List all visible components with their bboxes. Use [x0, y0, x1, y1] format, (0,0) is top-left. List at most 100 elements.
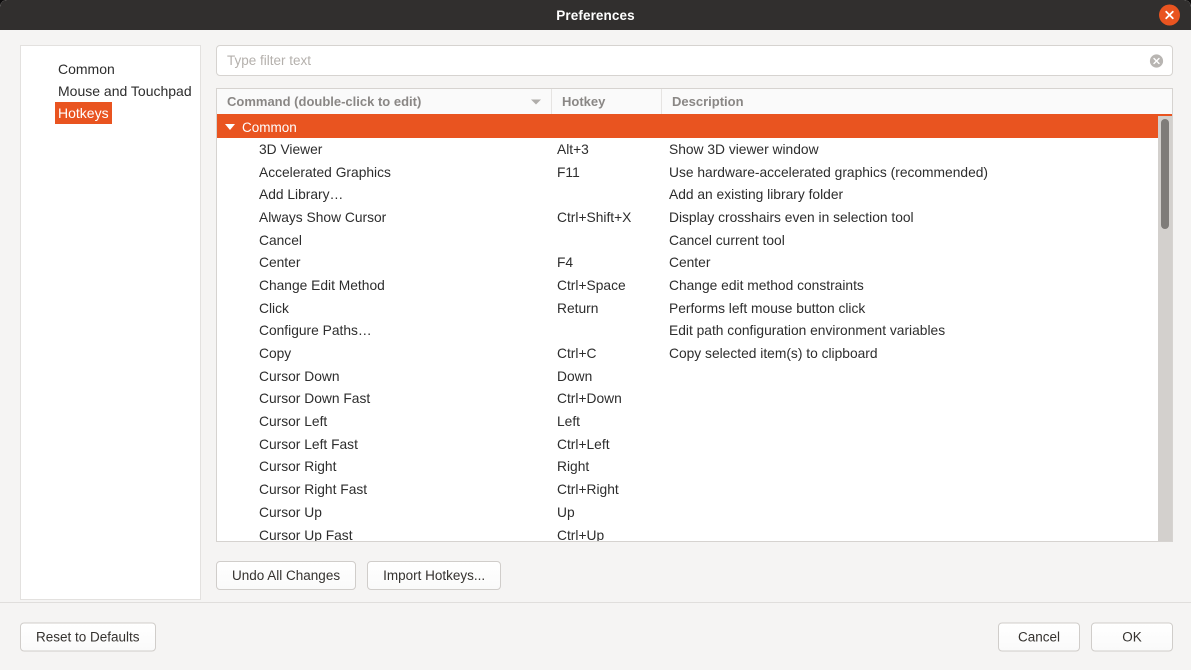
cell-command: Change Edit Method: [217, 278, 552, 293]
sidebar-item-label: Hotkeys: [55, 102, 112, 124]
cell-description: Display crosshairs even in selection too…: [662, 210, 1158, 225]
cell-hotkey: Ctrl+Space: [552, 278, 662, 293]
table-group-row-common[interactable]: Common: [217, 116, 1158, 138]
table-row[interactable]: Cursor Up FastCtrl+Up: [217, 524, 1158, 541]
column-header-label: Description: [672, 94, 744, 109]
table-row[interactable]: ClickReturnPerforms left mouse button cl…: [217, 297, 1158, 320]
cell-hotkey: Ctrl+Shift+X: [552, 210, 662, 225]
cell-command: Click: [217, 301, 552, 316]
table-row[interactable]: CopyCtrl+CCopy selected item(s) to clipb…: [217, 342, 1158, 365]
titlebar: Preferences: [0, 0, 1191, 30]
table-row[interactable]: CenterF4Center: [217, 251, 1158, 274]
sidebar-item-common[interactable]: Common: [21, 58, 200, 80]
table-group-label: Common: [242, 120, 297, 135]
column-header-label: Command (double-click to edit): [227, 94, 421, 109]
cell-description: Change edit method constraints: [662, 278, 1158, 293]
table-row[interactable]: 3D ViewerAlt+3Show 3D viewer window: [217, 138, 1158, 161]
cell-hotkey: Alt+3: [552, 142, 662, 157]
table-row[interactable]: Cursor Down FastCtrl+Down: [217, 388, 1158, 411]
close-button[interactable]: [1159, 5, 1180, 26]
cell-command: Copy: [217, 346, 552, 361]
cell-command: Cursor Down: [217, 369, 552, 384]
column-header-description[interactable]: Description: [662, 89, 1172, 114]
import-hotkeys-button[interactable]: Import Hotkeys...: [367, 561, 501, 590]
clear-icon[interactable]: [1149, 53, 1164, 68]
cell-command: Cursor Right: [217, 459, 552, 474]
table-row[interactable]: Cursor UpUp: [217, 501, 1158, 524]
cell-command: Cursor Up Fast: [217, 528, 552, 541]
cell-command: 3D Viewer: [217, 142, 552, 157]
cell-command: Cursor Up: [217, 505, 552, 520]
cell-description: Cancel current tool: [662, 233, 1158, 248]
chevron-down-icon: [531, 99, 541, 104]
window-title: Preferences: [556, 8, 634, 23]
cell-hotkey: Ctrl+Down: [552, 391, 662, 406]
scrollbar-thumb[interactable]: [1161, 119, 1169, 229]
cell-hotkey: F11: [552, 165, 662, 180]
table-row[interactable]: Cursor Right FastCtrl+Right: [217, 478, 1158, 501]
cell-command: Cancel: [217, 233, 552, 248]
cell-description: Copy selected item(s) to clipboard: [662, 346, 1158, 361]
caret-down-icon: [225, 124, 235, 130]
table-row[interactable]: Add Library… Add an existing library fold…: [217, 183, 1158, 206]
table-row[interactable]: Cursor DownDown: [217, 365, 1158, 388]
cell-hotkey: Ctrl+Left: [552, 437, 662, 452]
table-row[interactable]: Configure Paths… Edit path configuration …: [217, 320, 1158, 343]
table-row[interactable]: Cancel Cancel current tool: [217, 229, 1158, 252]
dialog-body: Common Mouse and Touchpad Hotkeys: [0, 30, 1191, 602]
cell-description: Performs left mouse button click: [662, 301, 1158, 316]
cell-description: Use hardware-accelerated graphics (recom…: [662, 165, 1158, 180]
reset-to-defaults-button[interactable]: Reset to Defaults: [20, 622, 156, 651]
cell-command: Center: [217, 255, 552, 270]
cell-command: Cursor Down Fast: [217, 391, 552, 406]
table-body-wrap: Common 3D ViewerAlt+3Show 3D viewer wind…: [217, 116, 1172, 541]
cell-description: Center: [662, 255, 1158, 270]
ok-button[interactable]: OK: [1091, 622, 1173, 651]
table-row[interactable]: Always Show CursorCtrl+Shift+XDisplay cr…: [217, 206, 1158, 229]
search-input[interactable]: [217, 46, 1172, 75]
table-body: Common 3D ViewerAlt+3Show 3D viewer wind…: [217, 116, 1158, 541]
cell-command: Accelerated Graphics: [217, 165, 552, 180]
table-header-row: Command (double-click to edit) Hotkey De…: [217, 89, 1172, 116]
cell-description: Edit path configuration environment vari…: [662, 323, 1158, 338]
cell-hotkey: Down: [552, 369, 662, 384]
hotkeys-table: Command (double-click to edit) Hotkey De…: [216, 88, 1173, 542]
dialog-footer: Reset to Defaults Cancel OK: [0, 602, 1191, 670]
cell-hotkey: F4: [552, 255, 662, 270]
cell-command: Always Show Cursor: [217, 210, 552, 225]
right-pane: Command (double-click to edit) Hotkey De…: [216, 45, 1173, 600]
cell-command: Configure Paths…: [217, 323, 552, 338]
column-header-hotkey[interactable]: Hotkey: [552, 89, 662, 114]
footer-right: Cancel OK: [998, 622, 1173, 651]
footer-left: Reset to Defaults: [20, 622, 156, 651]
sidebar-item-mouse-and-touchpad[interactable]: Mouse and Touchpad: [21, 80, 200, 102]
sidebar-item-label: Mouse and Touchpad: [55, 80, 195, 102]
table-row[interactable]: Accelerated GraphicsF11Use hardware-acce…: [217, 161, 1158, 184]
filter-field[interactable]: [216, 45, 1173, 76]
cell-hotkey: Ctrl+C: [552, 346, 662, 361]
table-vertical-scrollbar[interactable]: [1158, 116, 1172, 541]
table-actions: Undo All Changes Import Hotkeys...: [216, 561, 501, 590]
cell-command: Add Library…: [217, 187, 552, 202]
cell-description: Add an existing library folder: [662, 187, 1158, 202]
cell-command: Cursor Left: [217, 414, 552, 429]
cell-command: Cursor Right Fast: [217, 482, 552, 497]
column-header-command[interactable]: Command (double-click to edit): [217, 89, 552, 114]
table-row[interactable]: Cursor RightRight: [217, 456, 1158, 479]
cell-hotkey: Up: [552, 505, 662, 520]
column-header-label: Hotkey: [562, 94, 605, 109]
cell-hotkey: Return: [552, 301, 662, 316]
table-row[interactable]: Change Edit MethodCtrl+SpaceChange edit …: [217, 274, 1158, 297]
cell-hotkey: Left: [552, 414, 662, 429]
cell-hotkey: Ctrl+Up: [552, 528, 662, 541]
preferences-window: Preferences Common Mouse and Touchpad Ho…: [0, 0, 1191, 670]
undo-all-changes-button[interactable]: Undo All Changes: [216, 561, 356, 590]
sidebar-item-hotkeys[interactable]: Hotkeys: [21, 102, 200, 124]
cancel-button[interactable]: Cancel: [998, 622, 1080, 651]
close-icon: [1164, 10, 1175, 21]
sidebar-item-label: Common: [55, 58, 118, 80]
table-row[interactable]: Cursor LeftLeft: [217, 410, 1158, 433]
cell-hotkey: Ctrl+Right: [552, 482, 662, 497]
cell-hotkey: Right: [552, 459, 662, 474]
table-row[interactable]: Cursor Left FastCtrl+Left: [217, 433, 1158, 456]
